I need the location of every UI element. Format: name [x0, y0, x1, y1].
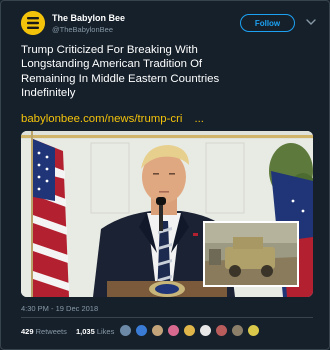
tweet-text-line: Indefinitely — [21, 87, 76, 100]
retweets-label: Retweets — [35, 327, 67, 336]
follow-button[interactable]: Follow — [240, 14, 295, 32]
liker-avatar-icon[interactable] — [135, 324, 148, 337]
liker-avatars — [119, 324, 260, 338]
press-conference-photo-icon — [21, 131, 313, 297]
timestamp[interactable]: 4:30 PM - 19 Dec 2018 — [21, 304, 98, 313]
article-link[interactable]: babylonbee.com/news/trump-cri — [21, 113, 182, 125]
likes-label: Likes — [96, 327, 115, 336]
author-name[interactable]: The Babylon Bee — [52, 13, 125, 23]
divider — [21, 317, 313, 318]
tweet-text-line: Longstanding American Tradition Of — [21, 58, 203, 71]
avatar[interactable] — [21, 11, 45, 35]
retweets-count: 429 — [21, 327, 34, 336]
liker-avatar-icon[interactable] — [151, 324, 164, 337]
liker-avatar-icon[interactable] — [119, 324, 132, 337]
liker-avatar-icon[interactable] — [247, 324, 260, 337]
liker-avatar-icon[interactable] — [183, 324, 196, 337]
tweet-media[interactable] — [21, 131, 313, 297]
liker-avatar-icon[interactable] — [215, 324, 228, 337]
chevron-down-icon[interactable] — [304, 15, 318, 29]
liker-avatar-icon[interactable] — [231, 324, 244, 337]
link-ellipsis: ... — [194, 113, 204, 125]
likes-count: 1,035 — [75, 327, 95, 336]
babylon-bee-logo-icon — [21, 11, 45, 35]
retweets-stat[interactable]: 429 Retweets — [21, 327, 67, 336]
author-handle[interactable]: @TheBabylonBee — [52, 25, 113, 34]
tweet-card: The Babylon Bee @TheBabylonBee Follow Tr… — [0, 0, 330, 350]
tweet-text-line: Remaining In Middle Eastern Countries — [21, 72, 220, 85]
link-row: babylonbee.com/news/trump-cri... — [21, 113, 204, 125]
likes-stat[interactable]: 1,035 Likes — [76, 327, 114, 336]
liker-avatar-icon[interactable] — [167, 324, 180, 337]
engagement-stats: 429 Retweets 1,035 Likes — [21, 327, 121, 336]
tweet-text: Trump Criticized For Breaking With Longs… — [21, 43, 321, 101]
liker-avatar-icon[interactable] — [199, 324, 212, 337]
tweet-text-line: Trump Criticized For Breaking With — [21, 44, 198, 56]
